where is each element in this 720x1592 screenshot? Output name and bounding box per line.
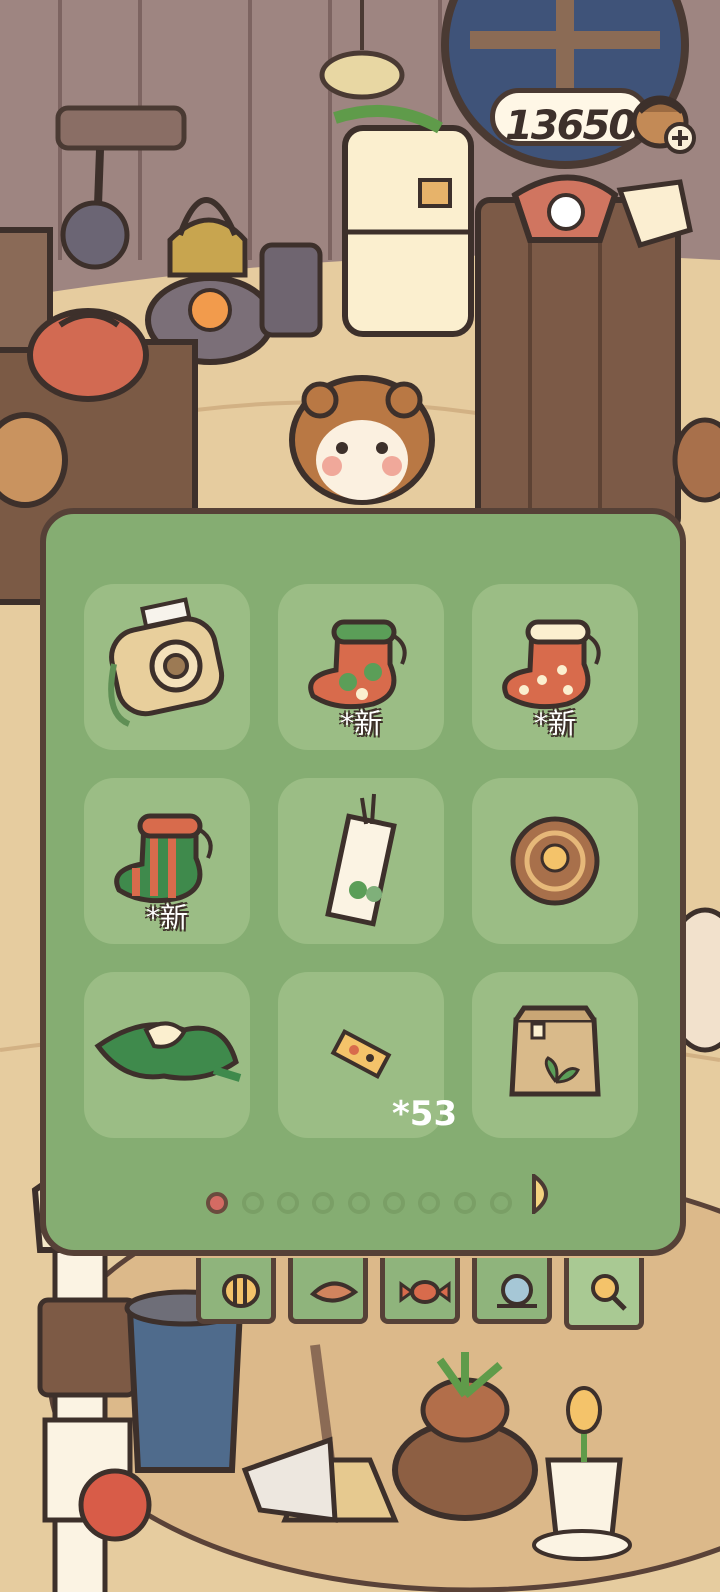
bundle-icon [94,1021,242,1082]
page-dot[interactable] [312,1192,334,1214]
camera-icon [108,597,225,727]
page-dot[interactable] [383,1192,405,1214]
next-page-arrow-icon[interactable] [530,1174,560,1214]
seed-bag-icon [509,1005,601,1097]
tab-snail[interactable] [472,1258,552,1324]
inventory-slot-camera[interactable] [84,584,250,750]
tab-candy[interactable] [380,1258,460,1324]
new-badge: *新 [339,707,382,740]
inventory-slot-red-dot-sack[interactable]: *新 [472,584,638,750]
item-count: *53 [392,1094,458,1134]
page-dot[interactable] [242,1192,264,1214]
inventory-slot-green-bundle[interactable] [84,972,250,1138]
page-dot[interactable] [418,1192,440,1214]
magnifier-icon [591,1274,627,1311]
leaf-icon [309,1281,359,1303]
bookmark-icon [325,793,397,927]
tab-bee[interactable] [196,1258,276,1324]
page-dot[interactable] [490,1192,512,1214]
currency-amount: 136503 [505,103,662,149]
bee-icon [222,1274,260,1308]
cookie-icon [510,816,600,906]
currency-pill: 136503 [490,88,662,149]
inventory-slot-striped-sack[interactable]: *新 [84,778,250,944]
page-dot[interactable] [348,1192,370,1214]
inventory-slot-cookie[interactable] [472,778,638,944]
inventory-slot-ticket[interactable]: *53 [278,972,457,1138]
page-indicator [206,1184,586,1224]
new-badge: *新 [145,901,188,934]
inventory-slot-green-sack[interactable]: *新 [278,584,444,750]
candy-icon [399,1280,451,1304]
inventory-slot-bookmark[interactable] [278,778,444,944]
snail-icon [497,1274,537,1308]
new-badge: *新 [533,707,576,740]
page-dot[interactable] [454,1192,476,1214]
tab-magnifier[interactable] [564,1258,644,1330]
page-dot[interactable] [277,1192,299,1214]
page-dot-active[interactable] [206,1192,228,1214]
inventory-slot-paper-bag[interactable] [472,972,638,1138]
currency-counter[interactable]: 136503 [490,84,700,154]
tab-leaf[interactable] [288,1258,368,1324]
inventory-panel: *新 *新 *新 *53 [40,508,686,1256]
acorn-coin-plus-icon[interactable] [630,84,696,154]
